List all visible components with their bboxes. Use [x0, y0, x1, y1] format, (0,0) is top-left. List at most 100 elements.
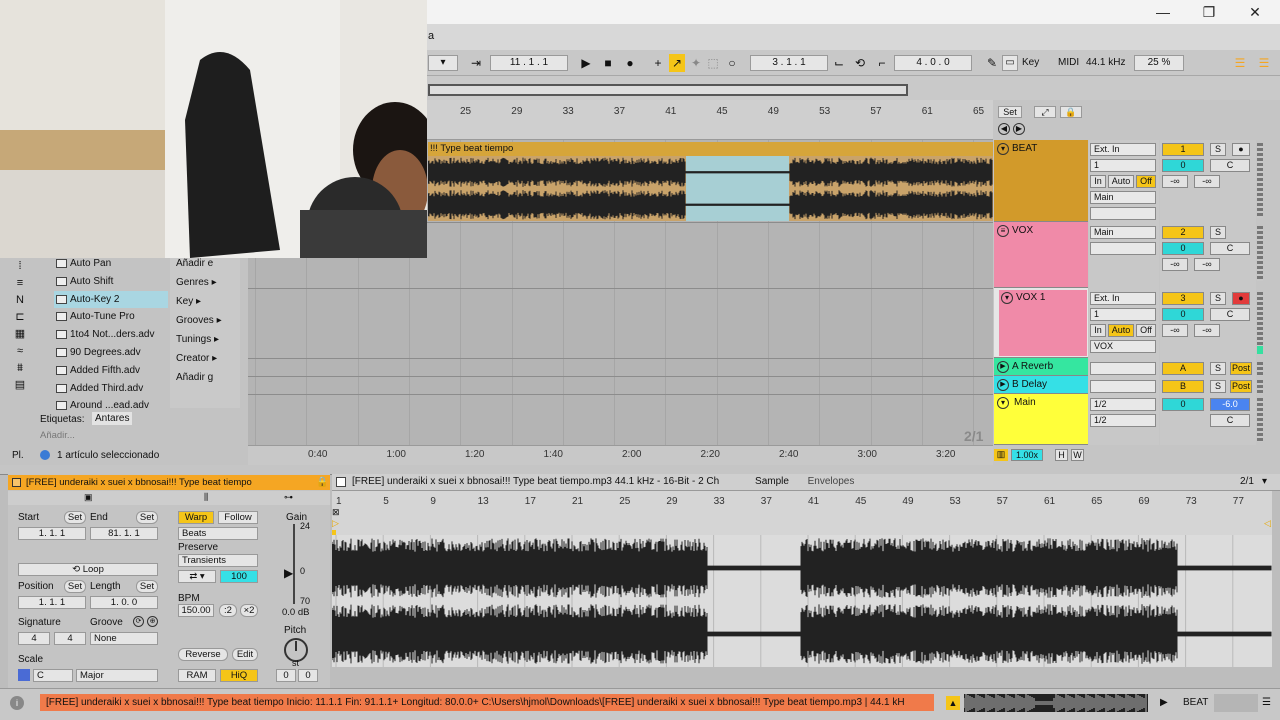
delay-post[interactable]: Post [1230, 380, 1252, 393]
browser-category[interactable]: Genres ▸ [176, 277, 217, 288]
beat-send-b[interactable]: -∞ [1194, 175, 1220, 188]
warp-mode-select[interactable]: Beats [178, 527, 258, 540]
tag-chip[interactable]: Antares [92, 412, 133, 425]
capture-icon[interactable]: ⬚ [705, 54, 721, 72]
browser-list-item[interactable]: 1to4 Not...ders.adv [54, 326, 168, 343]
fold-icon[interactable]: ▾ [997, 397, 1009, 409]
pitch-cents[interactable]: 0 [298, 669, 318, 682]
vox1-monitor-in[interactable]: In [1090, 324, 1106, 337]
expand-icon[interactable]: ⤢ [1034, 106, 1056, 118]
vox-activator[interactable]: 2 [1162, 226, 1204, 239]
reverb-activator[interactable]: A [1162, 362, 1204, 375]
vox-volume[interactable]: 0 [1162, 242, 1204, 255]
arrangement-clip-body[interactable] [427, 156, 993, 221]
plug-icon[interactable]: ⊏ [8, 309, 32, 326]
beat-monitor-auto[interactable]: Auto [1108, 175, 1134, 188]
loop-start-field[interactable]: 3 . 1 . 1 [750, 55, 828, 71]
h-button[interactable]: H [1055, 449, 1068, 461]
vox1-send-b[interactable]: -∞ [1194, 324, 1220, 337]
beat-send-a[interactable]: -∞ [1162, 175, 1188, 188]
draw-mode-icon[interactable]: ✎ [984, 54, 1000, 72]
double-tempo-button[interactable]: ×2 [240, 604, 258, 617]
audio-tab-icon[interactable]: ⫼ [204, 492, 208, 503]
quantize-select[interactable]: ▾ [428, 55, 458, 71]
browser-category[interactable]: Añadir g [176, 372, 213, 383]
waveform-zoom-icon[interactable]: ▥ [994, 449, 1008, 461]
gain-handle-icon[interactable]: ▶ [284, 566, 293, 580]
browser-category[interactable]: Grooves ▸ [176, 315, 222, 326]
main-routing-1[interactable]: 1/2 [1090, 398, 1156, 411]
vox-send-a[interactable]: -∞ [1162, 258, 1188, 271]
previous-locator-icon[interactable]: ◀ [998, 123, 1010, 135]
bpm-field[interactable]: 150.00 [178, 604, 214, 617]
signature-denominator[interactable]: 4 [54, 632, 86, 645]
transient-loop-select[interactable]: ⇄ ▾ [178, 570, 216, 583]
vox1-volume[interactable]: 0 [1162, 308, 1204, 321]
beat-output-channel[interactable] [1090, 207, 1156, 220]
info-toggle-icon[interactable]: i [10, 696, 24, 710]
stop-icon[interactable]: ■ [600, 54, 616, 72]
pitch-semitones[interactable]: 0 [276, 669, 296, 682]
loop-length-field[interactable]: 4 . 0 . 0 [894, 55, 972, 71]
clip-lock-icon[interactable]: 🔒 [316, 477, 328, 488]
fold-icon[interactable]: ▶ [997, 379, 1009, 391]
track-header-a-reverb[interactable]: ▶ A Reverb [994, 358, 1088, 376]
vox-pan[interactable]: C [1210, 242, 1250, 255]
play-icon[interactable]: ▶ [578, 54, 594, 72]
start-marker-icon[interactable]: ⊠ [332, 507, 342, 517]
lock-icon[interactable]: 🔒 [1060, 106, 1082, 118]
vox1-pan[interactable]: C [1210, 308, 1250, 321]
signature-numerator[interactable]: 4 [18, 632, 50, 645]
position-set-button[interactable]: Set [64, 580, 86, 593]
track-header-b-delay[interactable]: ▶ B Delay [994, 376, 1088, 394]
zoom-field[interactable]: 1.00x [1011, 449, 1043, 461]
scale-icon[interactable] [18, 669, 30, 681]
arrangement-clip-header[interactable]: !!! Type beat tiempo [428, 142, 993, 156]
beat-channel-select[interactable]: 1 [1090, 159, 1156, 172]
transient-envelope-field[interactable]: 100 [220, 570, 258, 583]
groove-hotswap-icon[interactable]: ⟳ [133, 616, 144, 627]
vox1-channel-select[interactable]: 1 [1090, 308, 1156, 321]
browser-sidebar-icons[interactable]: ⁞ ≡ N ⊏ ▦ ≈ ⩩ ▤ [8, 258, 32, 438]
io-toggle-icon[interactable]: ☰ [1256, 54, 1272, 72]
wave-icon[interactable]: ≈ [8, 343, 32, 360]
scale-root-select[interactable]: C [33, 669, 73, 682]
clip-tab-icon[interactable]: ▣ [84, 492, 93, 503]
sample-ruler[interactable] [332, 491, 1272, 535]
reverb-output-channel[interactable] [1090, 362, 1156, 375]
warning-icon[interactable]: ▲ [946, 696, 960, 710]
browser-category[interactable]: Tunings ▸ [176, 334, 219, 345]
track-header-beat[interactable]: ▾ BEAT [994, 140, 1088, 222]
vox1-activator[interactable]: 3 [1162, 292, 1204, 305]
vox1-output-select[interactable]: VOX [1090, 340, 1156, 353]
length-set-button[interactable]: Set [136, 580, 158, 593]
delay-solo[interactable]: S [1210, 380, 1226, 393]
waves-icon[interactable]: N [8, 292, 32, 309]
track-menu-icon[interactable]: ☰ [1262, 697, 1271, 708]
time-ruler[interactable] [248, 445, 993, 465]
browser-category[interactable]: Key ▸ [176, 296, 201, 307]
position-field[interactable]: 1. 1. 1 [18, 596, 86, 609]
beat-output-select[interactable]: Main [1090, 191, 1156, 204]
beat-arm[interactable]: ● [1232, 143, 1250, 156]
reverse-button[interactable]: Reverse [178, 648, 228, 661]
sliders-icon[interactable]: ⩩ [8, 360, 32, 377]
loop-icon[interactable]: ⟲ [852, 54, 868, 72]
loop-end-marker-icon[interactable]: ◁ [1264, 518, 1272, 528]
track-header-vox1[interactable]: ▾ VOX 1 [994, 288, 1088, 358]
overview-viewport[interactable] [428, 84, 908, 96]
set-locator-button[interactable]: Set [998, 106, 1022, 118]
vox1-solo[interactable]: S [1210, 292, 1226, 305]
vox-send-b[interactable]: -∞ [1194, 258, 1220, 271]
group-fold-icon[interactable]: ≡ [997, 225, 1009, 237]
main-pan[interactable]: C [1210, 414, 1250, 427]
computer-keyboard-icon[interactable]: ▭ [1002, 55, 1018, 71]
edit-button[interactable]: Edit [232, 648, 258, 661]
close-button[interactable]: ✕ [1240, 2, 1270, 22]
browser-list-item[interactable]: Added Third.adv [54, 380, 168, 397]
reverb-solo[interactable]: S [1210, 362, 1226, 375]
beat-solo[interactable]: S [1210, 143, 1226, 156]
browser-list-item[interactable]: Added Fifth.adv [54, 362, 168, 379]
start-set-button[interactable]: Set [64, 511, 86, 524]
minimize-button[interactable]: — [1148, 2, 1178, 22]
